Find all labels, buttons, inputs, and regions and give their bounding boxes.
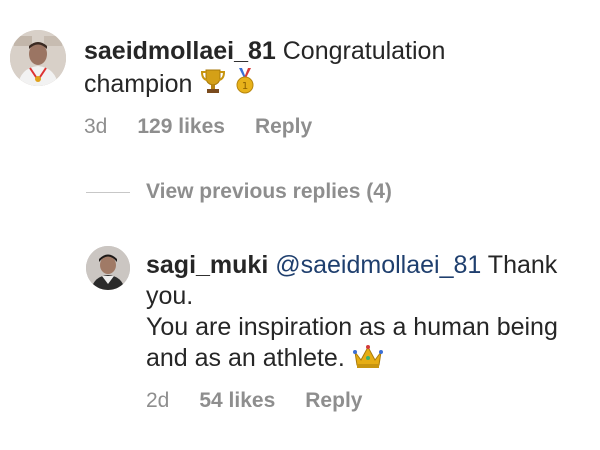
comment-saeidmollaei: saeidmollaei_81 Congratulation champion … (10, 30, 590, 139)
trophy-icon (199, 67, 227, 103)
view-replies-label: View previous replies (4) (146, 180, 392, 203)
replies-divider (86, 191, 130, 193)
view-previous-replies-button[interactable]: View previous replies (4) (86, 180, 392, 204)
comment-meta: 2d 54 likes Reply (146, 389, 566, 413)
comment-meta: 3d 129 likes Reply (84, 115, 504, 139)
likes-count[interactable]: 54 likes (199, 389, 275, 413)
medal-icon: 1 (234, 67, 256, 103)
reply-button[interactable]: Reply (255, 115, 312, 139)
reply-button[interactable]: Reply (305, 389, 362, 413)
comment-body: sagi_muki @saeidmollaei_81 Thank you. Yo… (146, 250, 566, 413)
avatar[interactable] (10, 30, 66, 86)
likes-count[interactable]: 129 likes (137, 115, 225, 139)
comment-text: saeidmollaei_81 Congratulation champion … (84, 36, 504, 103)
avatar[interactable] (86, 246, 130, 290)
mention-link[interactable]: @saeidmollaei_81 (275, 251, 481, 279)
comment-username[interactable]: sagi_muki (146, 251, 268, 279)
comment-username[interactable]: saeidmollaei_81 (84, 37, 276, 65)
comment-time: 3d (84, 115, 108, 138)
svg-text:1: 1 (242, 81, 248, 92)
crown-icon (352, 343, 384, 377)
avatar-photo-icon (86, 246, 130, 290)
comment-sagi-muki: sagi_muki @saeidmollaei_81 Thank you. Yo… (86, 246, 586, 413)
comment-body: saeidmollaei_81 Congratulation champion … (84, 36, 504, 139)
avatar-photo-icon (10, 30, 66, 86)
comment-time: 2d (146, 389, 170, 412)
comment-text: sagi_muki @saeidmollaei_81 Thank you. Yo… (146, 250, 566, 377)
